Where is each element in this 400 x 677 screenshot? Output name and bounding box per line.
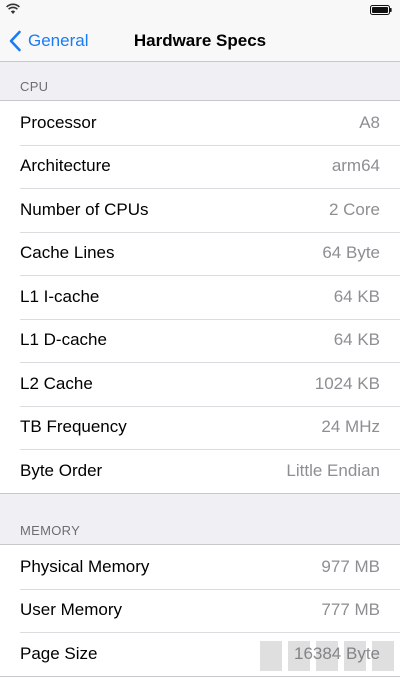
- spec-value: A8: [359, 112, 380, 132]
- spec-value: arm64: [331, 156, 380, 176]
- spec-value: 777 MB: [321, 600, 380, 620]
- watermark-logo: [260, 641, 394, 671]
- spec-row-number-of-cpus: Number of CPUs 2 Core: [0, 188, 400, 232]
- spec-row-architecture: Architecture arm64: [0, 144, 400, 189]
- spec-row-user-memory: User Memory 777 MB: [0, 588, 400, 633]
- spec-label: Physical Memory: [20, 556, 150, 576]
- spec-label: Page Size: [20, 643, 98, 663]
- spec-value: 24 MHz: [321, 417, 380, 437]
- spec-label: TB Frequency: [20, 417, 127, 437]
- spec-value: 64 KB: [333, 330, 380, 350]
- spec-label: L1 D-cache: [20, 330, 107, 350]
- spec-row-l1-i-cache: L1 I-cache 64 KB: [0, 275, 400, 319]
- spec-row-processor: Processor A8: [0, 101, 400, 145]
- spec-label: User Memory: [20, 600, 123, 620]
- cpu-spec-group: Processor A8 Architecture arm64 Number o…: [0, 100, 400, 494]
- spec-value: 977 MB: [321, 556, 380, 576]
- battery-icon: [370, 5, 392, 15]
- spec-label: L1 I-cache: [20, 286, 100, 306]
- navigation-bar: General Hardware Specs: [0, 20, 400, 62]
- spec-value: 1024 KB: [314, 373, 380, 393]
- spec-value: 64 KB: [333, 286, 380, 306]
- spec-row-cache-lines: Cache Lines 64 Byte: [0, 231, 400, 276]
- spec-value: 64 Byte: [322, 243, 380, 263]
- spec-row-tb-frequency: TB Frequency 24 MHz: [0, 405, 400, 450]
- spec-row-byte-order: Byte Order Little Endian: [0, 449, 400, 493]
- spec-value: Little Endian: [286, 460, 380, 480]
- section-header-memory: MEMORY: [20, 523, 81, 538]
- spec-value: 2 Core: [328, 199, 380, 219]
- spec-row-l1-d-cache: L1 D-cache 64 KB: [0, 318, 400, 363]
- spec-label: Cache Lines: [20, 243, 115, 263]
- chevron-left-icon: [9, 30, 21, 52]
- spec-label: Processor: [20, 112, 97, 132]
- status-bar: [0, 0, 400, 20]
- spec-label: L2 Cache: [20, 373, 93, 393]
- spec-label: Byte Order: [20, 460, 103, 480]
- back-button-label: General: [28, 31, 89, 50]
- spec-row-l2-cache: L2 Cache 1024 KB: [0, 362, 400, 406]
- section-header-cpu: CPU: [20, 79, 49, 94]
- spec-row-physical-memory: Physical Memory 977 MB: [0, 545, 400, 589]
- spec-label: Number of CPUs: [20, 199, 149, 219]
- back-button[interactable]: General: [8, 20, 88, 62]
- spec-label: Architecture: [20, 156, 111, 176]
- wifi-icon: [6, 3, 20, 14]
